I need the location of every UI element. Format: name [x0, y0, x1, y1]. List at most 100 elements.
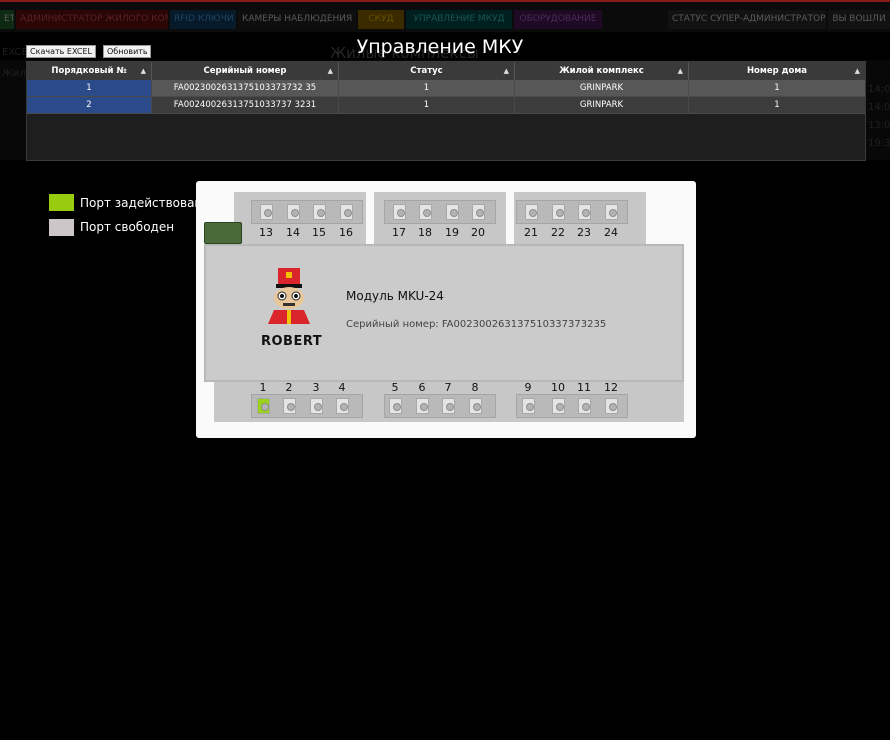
column-header-house[interactable]: Номер дома ▲	[689, 62, 865, 80]
column-header-index[interactable]: Порядковый № ▲	[27, 62, 152, 80]
port-label: 17	[392, 226, 406, 239]
port-terminal[interactable]	[283, 398, 296, 414]
port-terminal[interactable]	[522, 398, 535, 414]
port-terminal[interactable]	[552, 398, 565, 414]
legend-used-swatch	[49, 194, 74, 211]
port-terminal[interactable]	[419, 204, 432, 220]
port-label: 22	[551, 226, 565, 239]
cell-complex: GRINPARK	[515, 80, 689, 97]
port-label: 23	[577, 226, 591, 239]
port-label: 9	[524, 381, 532, 394]
cell-house: 1	[689, 80, 865, 97]
port-terminal[interactable]	[469, 398, 482, 414]
cell-status: 1	[339, 80, 515, 97]
port-label: 10	[551, 381, 565, 394]
port-label: 21	[524, 226, 538, 239]
nav-item-logged-in[interactable]: ВЫ ВОШЛИ	[828, 10, 890, 29]
port-label: 1	[259, 381, 267, 394]
port-label: 16	[339, 226, 353, 239]
port-terminal[interactable]	[605, 398, 618, 414]
port-label: 5	[391, 381, 399, 394]
port-terminal[interactable]	[416, 398, 429, 414]
port-label: 13	[259, 226, 273, 239]
port-terminal[interactable]	[260, 204, 273, 220]
port-terminal[interactable]	[578, 204, 591, 220]
port-terminal[interactable]	[313, 204, 326, 220]
port-terminal[interactable]	[310, 398, 323, 414]
cell-index: 2	[27, 97, 152, 114]
column-header-house-label: Номер дома	[746, 66, 808, 76]
port-label: 15	[312, 226, 326, 239]
ghost-time-1: 14:03	[868, 84, 890, 95]
port-terminal[interactable]	[340, 204, 353, 220]
port-terminal[interactable]	[336, 398, 349, 414]
port-terminal[interactable]	[446, 204, 459, 220]
sort-icon: ▲	[503, 67, 509, 75]
port-terminal[interactable]	[389, 398, 402, 414]
sort-icon: ▲	[854, 67, 860, 75]
legend-free-swatch	[49, 219, 74, 236]
port-label: 2	[285, 381, 293, 394]
cell-index: 1	[27, 80, 152, 97]
port-label: 19	[445, 226, 459, 239]
port-terminal[interactable]	[472, 204, 485, 220]
refresh-button[interactable]: Обновить	[103, 45, 151, 58]
port-label: 18	[418, 226, 432, 239]
brand-name: ROBERT	[261, 334, 323, 349]
nav-item-equipment[interactable]: ОБОРУДОВАНИЕ	[514, 10, 602, 29]
nav-item-admin[interactable]: АДМИНИСТРАТОР ЖИЛОГО КОМПЛЕКСА	[16, 10, 168, 29]
port-terminal[interactable]	[525, 204, 538, 220]
sort-icon: ▲	[327, 67, 333, 75]
port-label: 7	[444, 381, 452, 394]
mku-table: Порядковый № ▲ Серийный номер ▲ Статус ▲ Жи…	[26, 61, 866, 161]
ghost-time-3: 13:00	[868, 120, 890, 131]
legend-free-label: Порт свободен	[80, 220, 175, 234]
sort-icon: ▲	[140, 67, 146, 75]
column-header-serial-label: Серийный номер	[203, 66, 287, 76]
port-label: 14	[286, 226, 300, 239]
module-serial: Серийный номер: FA0023002631375103373732…	[346, 319, 607, 330]
column-header-status-label: Статус	[410, 66, 443, 76]
port-label: 12	[604, 381, 618, 394]
column-header-complex[interactable]: Жилой комплекс ▲	[515, 62, 689, 80]
sort-icon: ▲	[677, 67, 683, 75]
column-header-serial[interactable]: Серийный номер ▲	[152, 62, 339, 80]
column-header-status[interactable]: Статус ▲	[339, 62, 515, 80]
cell-serial: FA00240026313751033737 3231	[152, 97, 339, 114]
nav-item-mkud[interactable]: УПРАВЛЕНИЕ МКУД	[406, 10, 512, 29]
port-label: 3	[312, 381, 320, 394]
power-connector	[204, 222, 242, 244]
ghost-time-4: 19:38	[868, 138, 890, 149]
port-terminal[interactable]	[393, 204, 406, 220]
port-label: 11	[577, 381, 591, 394]
nav-item-0[interactable]: ЕТ	[0, 10, 14, 29]
port-label: 8	[471, 381, 479, 394]
port-terminal[interactable]	[442, 398, 455, 414]
module-name: Модуль MKU-24	[346, 289, 444, 303]
nav-item-rfid[interactable]: RFID КЛЮЧИ	[170, 10, 236, 29]
download-excel-button[interactable]: Скачать EXCEL	[26, 45, 96, 58]
nav-item-status[interactable]: СТАТУС СУПЕР-АДМИНИСТРАТОР	[668, 10, 826, 29]
port-label: 20	[471, 226, 485, 239]
ghost-label: Жил	[2, 68, 26, 79]
cell-status: 1	[339, 97, 515, 114]
port-terminal[interactable]	[605, 204, 618, 220]
port-terminal[interactable]	[287, 204, 300, 220]
module-image: 13 14 15 16 17 18 19 20 21 22 23 24 1 2 3 4 5 6 7 8 9 10 11 12…	[196, 181, 696, 438]
port-label: 6	[418, 381, 426, 394]
column-header-complex-label: Жилой комплекс	[559, 66, 644, 76]
ghost-time-2: 14:05	[868, 102, 890, 113]
nav-item-skud[interactable]: СКУД	[358, 10, 404, 29]
robert-logo-icon	[268, 268, 310, 324]
nav-item-cameras[interactable]: КАМЕРЫ НАБЛЮДЕНИЯ	[238, 10, 356, 29]
cell-complex: GRINPARK	[515, 97, 689, 114]
top-nav: ЕТ АДМИНИСТРАТОР ЖИЛОГО КОМПЛЕКСА RFID К…	[0, 0, 890, 32]
port-label: 4	[338, 381, 346, 394]
column-header-index-label: Порядковый №	[51, 66, 127, 76]
port-label: 24	[604, 226, 618, 239]
port-terminal[interactable]	[552, 204, 565, 220]
port-terminal[interactable]	[257, 398, 270, 414]
port-terminal[interactable]	[578, 398, 591, 414]
legend-used-label: Порт задействован	[80, 196, 203, 210]
cell-serial: FA0023002631375103373732 35	[152, 80, 339, 97]
